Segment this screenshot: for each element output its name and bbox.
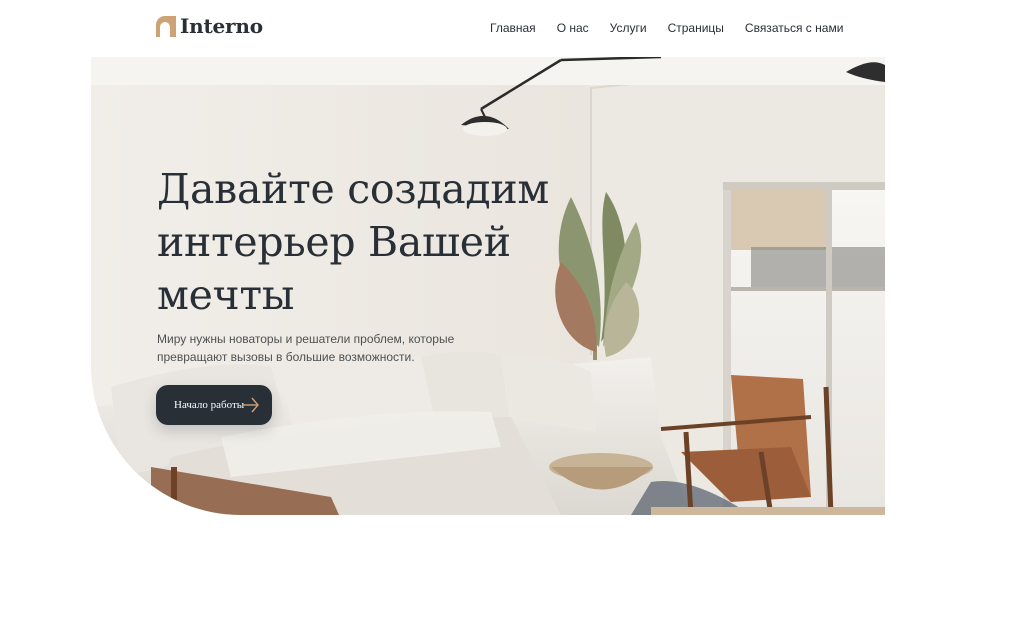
nav-services[interactable]: Услуги [610, 20, 647, 36]
site-header: Interno Главная О нас Услуги Страницы Св… [0, 0, 1012, 57]
logo-link[interactable]: Interno [156, 14, 263, 38]
nav-home[interactable]: Главная [490, 20, 536, 36]
arrow-right-icon [243, 397, 259, 413]
start-button[interactable]: Начало работы [156, 385, 272, 425]
nav-pages[interactable]: Страницы [668, 20, 724, 36]
main-nav: Главная О нас Услуги Страницы Связаться … [490, 20, 843, 36]
nav-about[interactable]: О нас [557, 20, 589, 36]
logo-text: Interno [180, 14, 263, 38]
nav-contact[interactable]: Связаться с нами [745, 20, 843, 36]
hero-title: Давайте создадим интерьер Вашей мечты [157, 165, 549, 319]
start-button-label: Начало работы [174, 399, 245, 411]
logo-icon [156, 15, 176, 37]
hero-subtitle: Миру нужны новаторы и решатели проблем, … [157, 332, 455, 364]
